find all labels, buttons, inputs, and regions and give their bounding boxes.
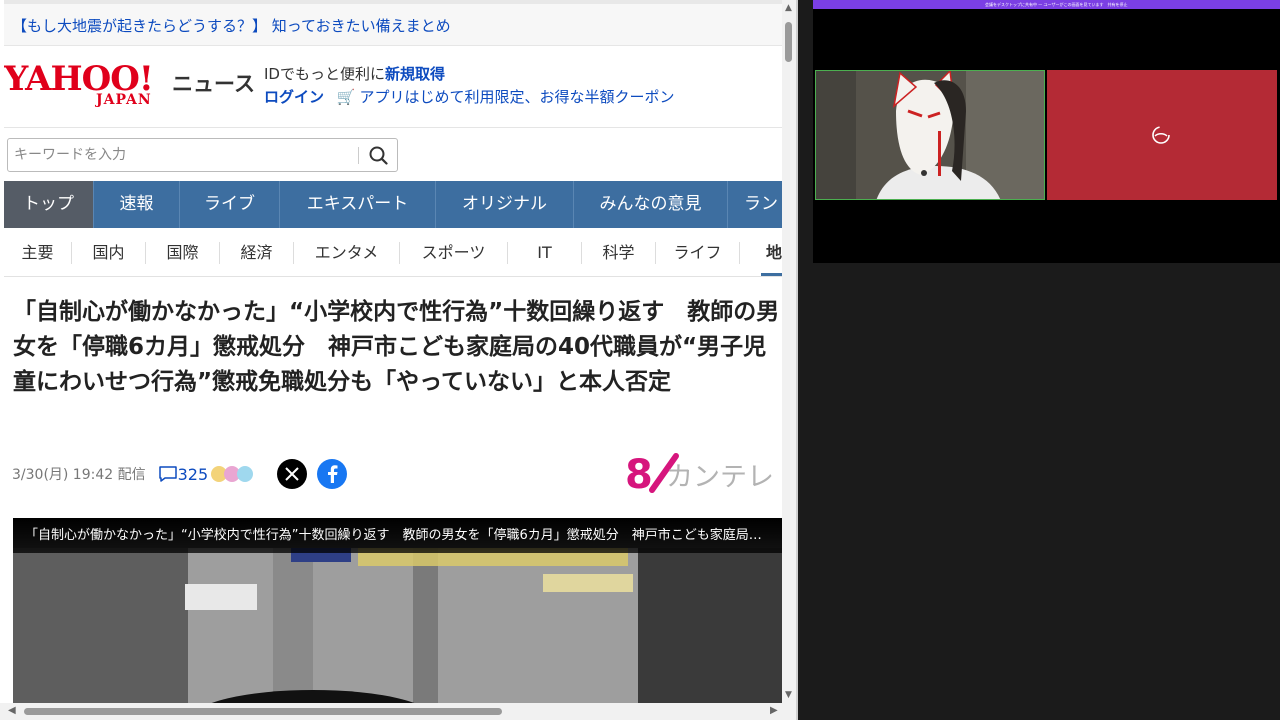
nav-tab-live[interactable]: ライブ: [180, 181, 280, 228]
search-box: [7, 138, 398, 172]
subnav-item-economy[interactable]: 経済: [220, 241, 294, 264]
horizontal-scrollbar[interactable]: ◀ ▶: [0, 703, 796, 720]
article-meta: 3/30(月) 19:42 配信 325: [12, 456, 348, 492]
provider-logo[interactable]: 8 カンテレ: [622, 450, 782, 498]
facebook-logo-icon: [328, 465, 338, 483]
kantele-logo-icon: 8 カンテレ: [625, 452, 774, 498]
video-title: 「自制心が働かなかった」“小学校内で性行為”十数回繰り返す 教師の男女を「停職6…: [13, 518, 782, 553]
nav-tab-top[interactable]: トップ: [4, 181, 94, 228]
scroll-left-arrow-icon[interactable]: ◀: [8, 705, 16, 716]
article-headline: 「自制心が働かなかった」“小学校内で性行為”十数回繰り返す 教師の男女を「停職6…: [13, 299, 780, 395]
search-icon: [369, 146, 388, 165]
provider-number: 8: [625, 452, 653, 496]
cart-icon: 🛒: [336, 88, 356, 106]
logo-news-text: ニュース: [172, 72, 255, 96]
subnav-item-sports[interactable]: スポーツ: [400, 241, 508, 264]
search-button[interactable]: [366, 143, 392, 167]
webcam-feed-image: [816, 71, 1044, 199]
register-link[interactable]: 新規取得: [385, 65, 445, 83]
nav-tab-expert[interactable]: エキスパート: [280, 181, 436, 228]
subnav-item-life[interactable]: ライフ: [656, 241, 740, 264]
participant-placeholder-tile[interactable]: [1047, 70, 1277, 200]
video-player[interactable]: 「自制心が働かなかった」“小学校内で性行為”十数回繰り返す 教師の男女を「停職6…: [13, 518, 782, 703]
subnav-item-main[interactable]: 主要: [4, 241, 72, 264]
browser-window: 【もし大地震が起きたらどうする？】 知っておきたい備えまとめ YAHOO! JA…: [0, 0, 798, 720]
vertical-scrollbar[interactable]: ▲ ▼: [782, 0, 796, 703]
scroll-down-arrow-icon[interactable]: ▼: [785, 690, 792, 700]
login-link[interactable]: ログイン: [264, 88, 324, 106]
loading-spinner-icon: [1152, 126, 1170, 144]
x-logo-icon: [285, 467, 299, 481]
scroll-right-arrow-icon[interactable]: ▶: [770, 705, 778, 716]
screen-share-bar[interactable]: 会議をデスクトップに共有中 — ユーザーがこの画面を見ています 共有を停止: [813, 0, 1280, 9]
horizontal-scroll-thumb[interactable]: [24, 708, 502, 715]
news-page: 【もし大地震が起きたらどうする？】 知っておきたい備えまとめ YAHOO! JA…: [4, 0, 782, 703]
neutral-face-icon: [237, 466, 254, 482]
comment-icon: [158, 466, 177, 482]
screen-share-text: 会議をデスクトップに共有中 — ユーザーがこの画面を見ています 共有を停止: [985, 2, 1128, 7]
comment-count: 325: [177, 464, 209, 484]
provider-name: カンテレ: [666, 462, 774, 493]
login-coupon-row: ログイン 🛒 アプリはじめて利用限定、お得な半額クーポン: [264, 86, 675, 107]
subnav-item-world[interactable]: 国際: [146, 241, 220, 264]
yahoo-news-logo[interactable]: YAHOO! JAPAN ニュース: [4, 62, 255, 108]
subnav-active-indicator: [761, 273, 782, 276]
nav-tab-ranking[interactable]: ラン: [728, 181, 782, 228]
search-input[interactable]: [14, 144, 349, 166]
scroll-up-arrow-icon[interactable]: ▲: [785, 3, 792, 13]
desktop-background: 会議をデスクトップに共有中 — ユーザーがこの画面を見ています 共有を停止: [798, 0, 1280, 720]
participant-camera-tile[interactable]: [815, 70, 1045, 200]
logo-japan-text: JAPAN: [96, 92, 152, 108]
video-call-panel: 会議をデスクトップに共有中 — ユーザーがこの画面を見ています 共有を停止: [813, 0, 1280, 263]
subnav-item-it[interactable]: IT: [508, 241, 582, 264]
vertical-scroll-thumb[interactable]: [785, 22, 792, 62]
subnav-item-local[interactable]: 地: [740, 242, 782, 264]
nav-tab-opinions[interactable]: みんなの意見: [574, 181, 728, 228]
emergency-banner-link[interactable]: 【もし大地震が起きたらどうする？】 知っておきたい備えまとめ: [12, 15, 451, 36]
comment-link[interactable]: 325: [158, 465, 254, 484]
subnav-item-science[interactable]: 科学: [582, 241, 656, 264]
site-header: YAHOO! JAPAN ニュース IDでもっと便利に新規取得 ログイン 🛒 アプ…: [4, 46, 782, 128]
search-divider: [358, 147, 359, 164]
subnav-item-entertainment[interactable]: エンタメ: [294, 241, 400, 264]
main-nav: トップ 速報 ライブ エキスパート オリジナル みんなの意見 ラン: [4, 181, 782, 228]
emergency-banner: 【もし大地震が起きたらどうする？】 知っておきたい備えまとめ: [4, 4, 782, 46]
id-promo: IDでもっと便利に新規取得: [264, 63, 445, 84]
nav-tab-breaking[interactable]: 速報: [94, 181, 180, 228]
x-share-button[interactable]: [277, 459, 308, 489]
coupon-link[interactable]: アプリはじめて利用限定、お得な半額クーポン: [359, 88, 674, 106]
id-promo-text: IDでもっと便利に: [264, 65, 385, 83]
category-subnav: 主要 国内 国際 経済 エンタメ スポーツ IT 科学 ライフ 地: [4, 229, 782, 277]
reaction-faces: [211, 466, 254, 482]
facebook-share-button[interactable]: [317, 459, 348, 489]
nav-tab-original[interactable]: オリジナル: [436, 181, 574, 228]
subnav-item-domestic[interactable]: 国内: [72, 241, 146, 264]
article-date: 3/30(月) 19:42 配信: [12, 467, 146, 483]
